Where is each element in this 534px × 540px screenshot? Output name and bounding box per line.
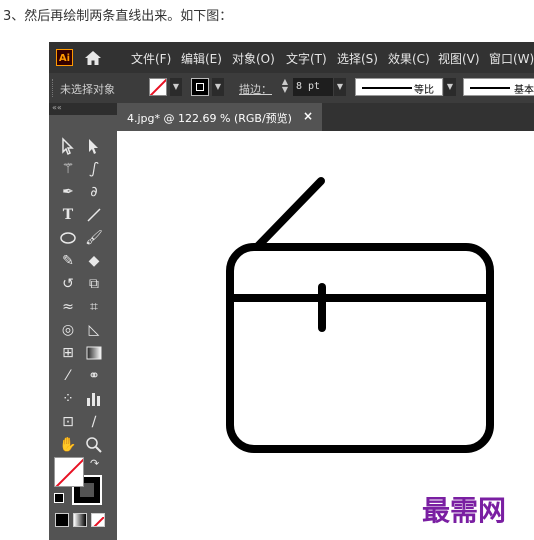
artboard-tool-icon[interactable]: ⊡: [57, 411, 79, 433]
eyedropper-tool-icon[interactable]: ⁄: [57, 365, 79, 387]
document-tab-title: 4.jpg* @ 122.69 % (RGB/预览): [127, 112, 292, 125]
direct-selection-tool-icon[interactable]: [83, 135, 105, 157]
swap-fill-stroke-icon[interactable]: ↷: [90, 457, 99, 470]
fill-dropdown-chevron-icon[interactable]: ▼: [170, 78, 182, 96]
hand-tool-icon[interactable]: ✋: [57, 434, 79, 456]
perspective-grid-tool-icon[interactable]: ◺: [83, 319, 105, 341]
uniform-label: 等比: [414, 85, 434, 96]
ellipse-tool-icon[interactable]: [57, 227, 79, 249]
width-tool-icon[interactable]: ≈: [57, 296, 79, 318]
stroke-label[interactable]: 描边：: [239, 81, 272, 97]
menu-select[interactable]: 选择(S): [337, 50, 378, 67]
blend-tool-icon[interactable]: ⚭: [83, 365, 105, 387]
free-transform-tool-icon[interactable]: ⌗: [83, 296, 105, 318]
slice-tool-icon[interactable]: ∕: [83, 411, 105, 433]
menu-effect[interactable]: 效果(C): [388, 50, 430, 67]
profile-line-icon: [362, 87, 412, 89]
default-colors-icon[interactable]: [54, 493, 64, 503]
paintbrush-tool-icon[interactable]: 🖌: [83, 227, 105, 249]
symbol-sprayer-tool-icon[interactable]: ⁘: [57, 388, 79, 410]
stroke-dropdown-chevron-icon[interactable]: ▼: [212, 78, 224, 96]
scale-tool-icon[interactable]: ⧉: [83, 273, 105, 295]
brush-line-icon: [470, 87, 510, 89]
menu-type[interactable]: 文字(T): [286, 50, 327, 67]
menu-window[interactable]: 窗口(W): [489, 50, 534, 67]
fill-swatch[interactable]: [149, 78, 167, 96]
pen-tool-icon[interactable]: ✒: [57, 181, 79, 203]
mesh-tool-icon[interactable]: ⊞: [57, 342, 79, 364]
fill-color-box[interactable]: [54, 457, 84, 487]
menu-view[interactable]: 视图(V): [438, 50, 480, 67]
menu-object[interactable]: 对象(O): [232, 50, 275, 67]
tools-panel: ⚚ ഽ ✒ ∂ T 🖌 ✎ ◆ ↺ ⧉ ≈ ⌗ ◎ ◺ ⊞ ⁄ ⚭ ⁘ ⊡ ∕ …: [49, 131, 117, 540]
stroke-swatch[interactable]: [191, 78, 209, 96]
diagonal-line: [253, 177, 325, 251]
zoom-tool-icon[interactable]: [83, 434, 105, 456]
profile-dropdown-chevron-icon[interactable]: ▼: [444, 78, 456, 96]
eraser-tool-icon[interactable]: ◆: [83, 250, 105, 272]
curvature-tool-icon[interactable]: ∂: [83, 181, 105, 203]
shaper-tool-icon[interactable]: ✎: [57, 250, 79, 272]
toolbar-header: ««: [49, 103, 117, 115]
home-icon[interactable]: [83, 48, 103, 68]
document-tab-bar: 4.jpg* @ 122.69 % (RGB/预览) ×: [117, 103, 534, 131]
gradient-mode-button[interactable]: [73, 513, 87, 527]
collapse-toolbar-icon[interactable]: ««: [52, 103, 62, 112]
stroke-weight-dropdown-chevron-icon[interactable]: ▼: [334, 78, 346, 96]
magic-wand-tool-icon[interactable]: ⚚: [57, 158, 79, 180]
document-tab[interactable]: 4.jpg* @ 122.69 % (RGB/预览) ×: [117, 103, 322, 131]
lasso-tool-icon[interactable]: ഽ: [83, 158, 105, 180]
basket-drawing: [226, 177, 494, 453]
stroke-weight-stepper[interactable]: ▲ ▼: [278, 78, 292, 96]
shape-builder-tool-icon[interactable]: ◎: [57, 319, 79, 341]
gradient-tool-icon[interactable]: [83, 342, 105, 364]
basic-label: 基本: [514, 85, 534, 96]
line-segment-tool-icon[interactable]: [83, 204, 105, 226]
app-logo: Ai: [56, 49, 73, 66]
none-mode-button[interactable]: [91, 513, 105, 527]
watermark-logo: 最需网: [422, 494, 507, 527]
caption-text: 3、然后再绘制两条直线出来。如下图：: [3, 9, 233, 24]
rounded-rect-shape: [226, 243, 494, 453]
fill-stroke-widget[interactable]: ↷: [54, 457, 112, 507]
stroke-weight-input[interactable]: 8 pt: [293, 78, 333, 96]
no-selection-label: 未选择对象: [60, 83, 115, 96]
menu-bar: Ai 文件(F) 编辑(E) 对象(O) 文字(T) 选择(S) 效果(C) 视…: [49, 42, 534, 73]
artboard-canvas[interactable]: [117, 131, 534, 540]
column-graph-tool-icon[interactable]: [83, 388, 105, 410]
selection-tool-icon[interactable]: [57, 135, 79, 157]
illustrator-window: Ai 文件(F) 编辑(E) 对象(O) 文字(T) 选择(S) 效果(C) 视…: [49, 42, 534, 540]
brush-definition[interactable]: 基本: [463, 78, 534, 96]
close-tab-icon[interactable]: ×: [303, 109, 313, 123]
menu-edit[interactable]: 编辑(E): [181, 50, 222, 67]
menu-file[interactable]: 文件(F): [131, 50, 171, 67]
rotate-tool-icon[interactable]: ↺: [57, 273, 79, 295]
type-tool-icon[interactable]: T: [57, 204, 79, 226]
color-mode-button[interactable]: [55, 513, 69, 527]
control-bar: 未选择对象 ▼ ▼ 描边： ▲ ▼ 8 pt ▼ 等比 ▼ 基本: [49, 73, 534, 103]
control-bar-grip[interactable]: [52, 79, 56, 97]
variable-width-profile[interactable]: 等比: [355, 78, 443, 96]
